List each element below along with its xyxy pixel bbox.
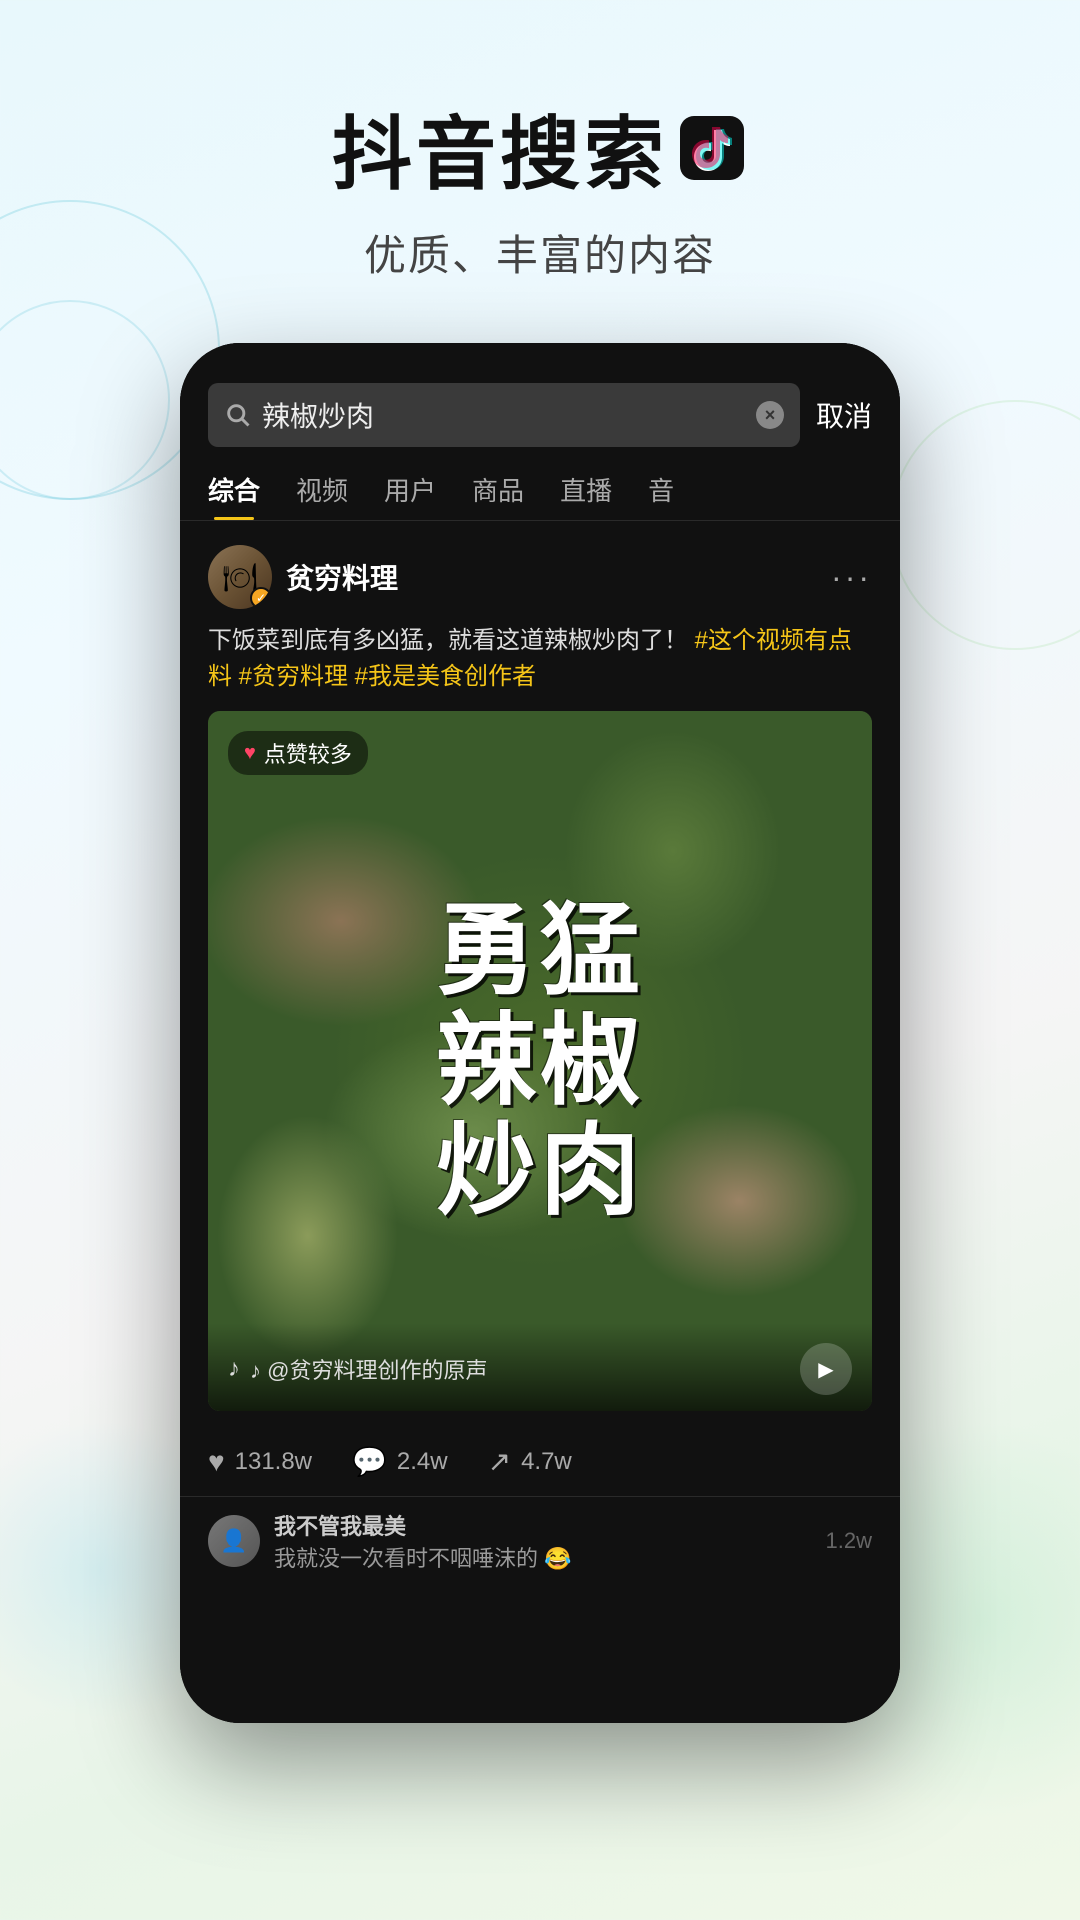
search-clear-button[interactable]: ×: [756, 401, 784, 429]
verified-badge: ✓: [250, 587, 272, 609]
heart-stat-icon: ♥: [208, 1446, 225, 1478]
tiktok-logo-icon: [676, 112, 748, 184]
stat-comments[interactable]: 💬 2.4w: [352, 1445, 448, 1478]
phone-mockup-container: 辣椒炒肉 × 取消 综合 视频 用户 商品 直播 音: [0, 343, 1080, 1723]
author-avatar: 🍽 ✓: [208, 545, 272, 609]
stats-row: ♥ 131.8w 💬 2.4w ↗ 4.7w: [180, 1427, 900, 1496]
video-thumbnail[interactable]: ♥ 点赞较多 勇猛辣椒炒肉 ♪ ♪ @贫穷料理创作的原声: [208, 711, 872, 1411]
video-audio-info: ♪ ♪ @贫穷料理创作的原声: [228, 1353, 487, 1385]
tab-comprehensive[interactable]: 综合: [208, 471, 260, 520]
stat-shares[interactable]: ↗ 4.7w: [488, 1445, 572, 1478]
search-tabs: 综合 视频 用户 商品 直播 音: [180, 463, 900, 521]
phone-screen: 辣椒炒肉 × 取消 综合 视频 用户 商品 直播 音: [180, 343, 900, 1723]
video-text-overlay: 勇猛辣椒炒肉: [208, 711, 872, 1411]
tiktok-note-icon: ♪: [228, 1355, 240, 1383]
search-icon: [224, 401, 252, 429]
stat-likes[interactable]: ♥ 131.8w: [208, 1446, 312, 1478]
search-bar-area: 辣椒炒肉 × 取消: [180, 343, 900, 463]
video-bottom-bar: ♪ ♪ @贫穷料理创作的原声 ▶: [208, 1323, 872, 1411]
play-button[interactable]: ▶: [800, 1343, 852, 1395]
commenter-avatar: 👤: [208, 1515, 260, 1567]
post-menu-button[interactable]: ···: [831, 559, 872, 596]
share-stat-icon: ↗: [488, 1445, 511, 1478]
video-overlay-text: 勇猛辣椒炒肉: [436, 896, 644, 1226]
post-desc-text: 下饭菜到底有多凶猛，就看这道辣椒炒肉了！: [208, 627, 688, 654]
tab-user[interactable]: 用户: [384, 471, 436, 520]
post-description: 下饭菜到底有多凶猛，就看这道辣椒炒肉了！ #这个视频有点料 #贫穷料理 #我是美…: [208, 623, 872, 695]
content-area: 🍽 ✓ 贫穷料理 ··· 下饭菜到底有多凶猛，就看这道辣椒炒肉了！ #这个视频有…: [180, 521, 900, 1723]
app-title: 抖音搜索: [332, 90, 748, 206]
post-card: 🍽 ✓ 贫穷料理 ··· 下饭菜到底有多凶猛，就看这道辣椒炒肉了！ #这个视频有…: [180, 521, 900, 1427]
author-name[interactable]: 贫穷料理: [286, 557, 398, 597]
comment-content: 我不管我最美 我就没一次看时不咽唾沫的 😂: [274, 1509, 812, 1573]
app-subtitle: 优质、丰富的内容: [0, 222, 1080, 283]
comment-preview: 👤 我不管我最美 我就没一次看时不咽唾沫的 😂 1.2w: [180, 1496, 900, 1585]
shares-count: 4.7w: [521, 1448, 572, 1476]
tab-live[interactable]: 直播: [560, 471, 612, 520]
tab-audio[interactable]: 音: [648, 471, 674, 520]
comment-text: 我就没一次看时不咽唾沫的 😂: [274, 1541, 812, 1573]
search-input-wrap[interactable]: 辣椒炒肉 ×: [208, 383, 800, 447]
page-header: 抖音搜索 优质、丰富的内容: [0, 0, 1080, 313]
tab-video[interactable]: 视频: [296, 471, 348, 520]
comment-stat-icon: 💬: [352, 1445, 387, 1478]
title-text: 抖音搜索: [332, 90, 668, 206]
search-cancel-button[interactable]: 取消: [816, 395, 872, 435]
phone-mockup: 辣椒炒肉 × 取消 综合 视频 用户 商品 直播 音: [180, 343, 900, 1723]
post-author: 🍽 ✓ 贫穷料理: [208, 545, 398, 609]
likes-count: 131.8w: [235, 1448, 312, 1476]
search-query-text: 辣椒炒肉: [262, 395, 746, 435]
post-header: 🍽 ✓ 贫穷料理 ···: [208, 545, 872, 609]
audio-text: ♪ @贫穷料理创作的原声: [250, 1353, 487, 1385]
comments-count: 2.4w: [397, 1448, 448, 1476]
commenter-name: 我不管我最美: [274, 1509, 812, 1541]
tab-product[interactable]: 商品: [472, 471, 524, 520]
comment-count: 1.2w: [826, 1528, 872, 1554]
